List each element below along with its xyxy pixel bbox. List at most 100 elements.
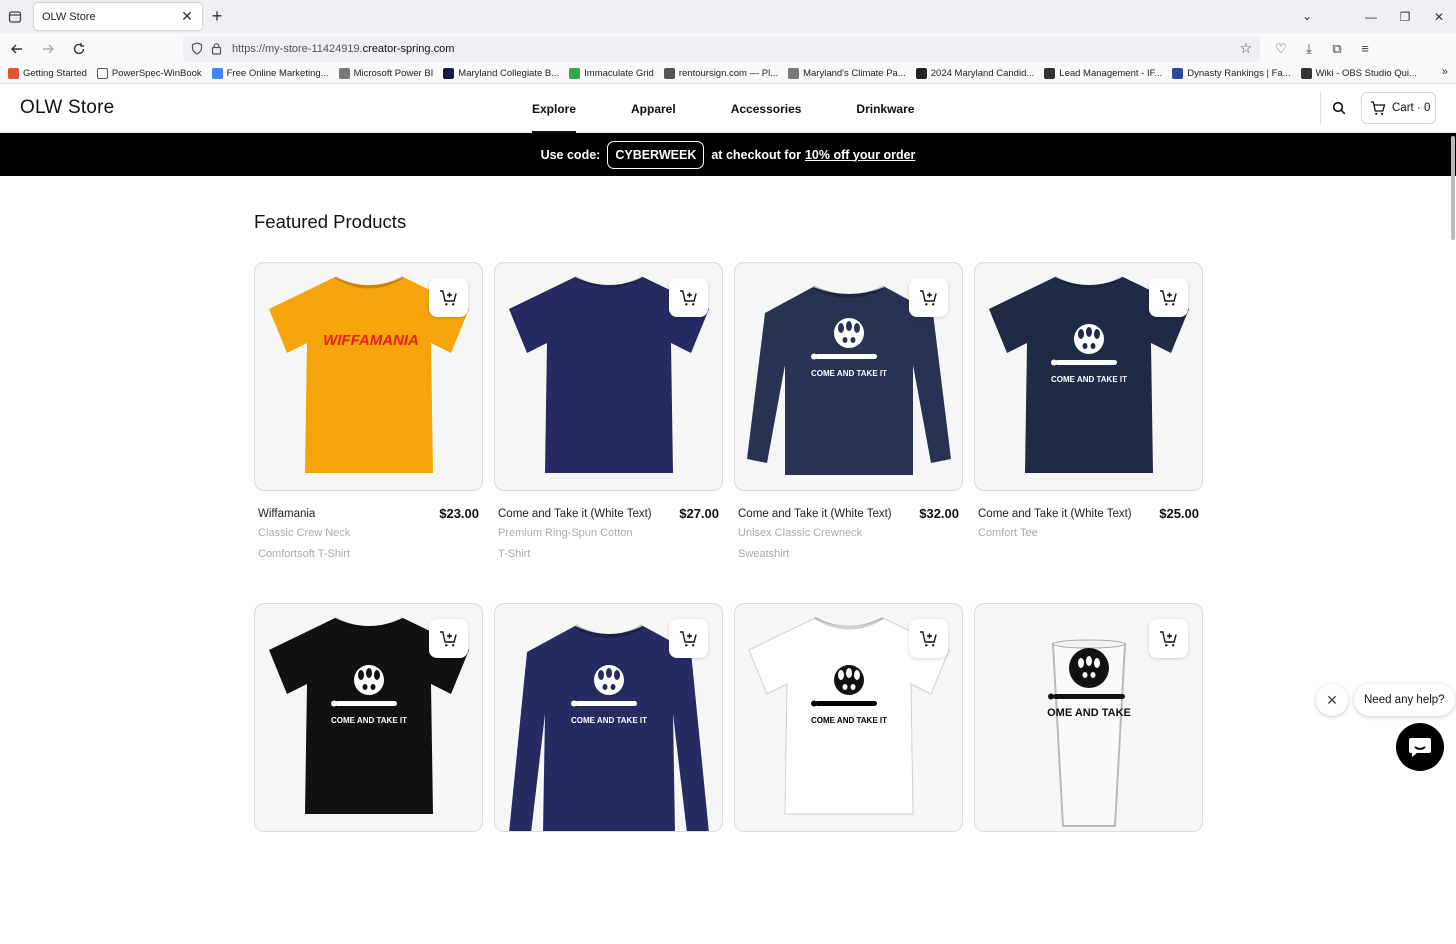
minimize-icon[interactable]: — [1354,10,1388,24]
bookmark-favicon-icon [8,68,19,79]
bookmark-item[interactable]: Dynasty Rankings | Fa... [1172,68,1291,79]
product-type: Unisex Classic Crewneck [738,527,863,539]
nav-explore[interactable]: Explore [532,84,577,133]
bookmark-favicon-icon [1300,68,1312,79]
product-type: Comfortsoft T-Shirt [258,548,351,560]
promo-middle: at checkout for [711,147,801,162]
product-image[interactable]: COME AND TAKE IT [494,603,723,832]
nav-apparel[interactable]: Apparel [631,84,676,133]
bookmarks-overflow-icon[interactable]: » [1437,66,1448,78]
globe-icon [338,68,350,79]
add-to-cart-button[interactable] [429,619,468,658]
product-image[interactable]: OME AND TAKE [974,603,1203,832]
close-window-icon[interactable]: ✕ [1422,10,1456,24]
product-image[interactable]: COME AND TAKE IT [734,262,963,491]
close-tab-icon[interactable]: ✕ [180,8,194,25]
print-text: COME AND TAKE IT [1051,375,1127,384]
product-name[interactable]: Come and Take it (White Text) [498,505,658,523]
pocket-icon[interactable]: ♡ [1272,41,1290,57]
search-icon[interactable] [1332,99,1350,117]
extensions-icon[interactable]: ⧉ [1328,41,1346,57]
downloads-icon[interactable]: ⤓ [1300,41,1318,57]
back-icon[interactable] [3,35,31,63]
bookmark-item[interactable]: PowerSpec-WinBook [96,68,202,79]
add-to-cart-button[interactable] [669,278,708,317]
lock-icon[interactable] [211,42,222,55]
product-card[interactable]: COME AND TAKE IT Come and Take it (White… [974,262,1203,603]
shield-icon[interactable] [191,42,203,55]
product-card[interactable]: COME AND TAKE IT Come and Take it (White… [734,262,963,603]
product-image[interactable]: COME AND TAKE IT [254,603,483,832]
add-to-cart-button[interactable] [669,619,708,658]
url-host: creator-spring.com [362,42,455,55]
product-name[interactable]: Wiffamania [258,505,418,523]
product-price: $25.00 [1159,506,1199,521]
bookmark-item[interactable]: Getting Started [8,68,87,79]
bookmark-star-icon[interactable]: ☆ [1239,40,1252,57]
wiffle-ball-logo-icon [834,665,864,695]
scrollbar-thumb[interactable] [1451,136,1455,240]
product-card[interactable]: OME AND TAKE [974,603,1203,944]
promo-code-badge[interactable]: CYBERWEEK [607,140,705,169]
restore-icon[interactable]: ❐ [1388,10,1422,24]
product-image[interactable]: COME AND TAKE IT [734,603,963,832]
chat-close-icon[interactable]: ✕ [1316,684,1348,716]
tab-list-icon[interactable] [0,0,30,33]
add-to-cart-icon [919,630,937,646]
product-card[interactable]: COME AND TAKE IT [254,603,483,944]
chat-launcher-icon[interactable] [1396,723,1444,771]
cart-button[interactable]: Cart · 0 [1361,92,1436,124]
section-title: Featured Products [254,211,407,232]
store-logo[interactable]: OLW Store [20,97,114,119]
product-image[interactable] [494,262,723,491]
product-price: $23.00 [439,506,479,521]
print-text: COME AND TAKE IT [811,716,887,725]
product-card[interactable]: COME AND TAKE IT [734,603,963,944]
promo-prefix: Use code: [540,147,601,162]
app-menu-icon[interactable]: ≡ [1356,41,1374,57]
product-image[interactable]: COME AND TAKE IT [974,262,1203,491]
bookmark-item[interactable]: Maryland Collegiate B... [443,68,559,79]
add-to-cart-icon [439,289,457,305]
forward-icon[interactable] [34,35,62,63]
bookmark-item[interactable]: rentoursign.com — Pl... [663,68,778,79]
tab-title: OLW Store [42,10,96,23]
promo-link[interactable]: 10% off your order [805,148,915,162]
product-card[interactable]: Come and Take it (White Text) Premium Ri… [494,262,723,603]
chat-prompt[interactable]: Need any help? [1354,684,1455,716]
product-name[interactable]: Come and Take it (White Text) [738,505,898,523]
wiffle-ball-logo-icon [1074,324,1104,354]
add-to-cart-icon [679,630,697,646]
add-to-cart-button[interactable] [1149,619,1188,658]
main-nav: Explore Apparel Accessories Drinkware [532,84,969,133]
add-to-cart-button[interactable] [909,619,948,658]
tab-overflow-chevron-icon[interactable]: ⌄ [1302,9,1312,23]
product-type: Premium Ring-Spun Cotton [498,527,633,539]
product-name[interactable]: Come and Take it (White Text) [978,505,1138,523]
product-card[interactable]: COME AND TAKE IT [494,603,723,944]
product-image[interactable]: WIFFAMANIA [254,262,483,491]
product-card[interactable]: WIFFAMANIA Wiffamania Classic Crew Neck … [254,262,483,603]
product-type: Sweatshirt [738,548,790,560]
bookmark-item[interactable]: 2024 Maryland Candid... [915,68,1034,79]
add-to-cart-button[interactable] [1149,278,1188,317]
google-icon [211,68,223,79]
new-tab-icon[interactable]: + [202,6,232,27]
address-bar[interactable]: https://my-store-11424919. creator-spring… [183,35,1260,62]
bookmark-item[interactable]: Free Online Marketing... [211,68,329,79]
bookmark-item[interactable]: Maryland's Climate Pa... [788,68,906,79]
add-to-cart-button[interactable] [429,278,468,317]
bookmark-item[interactable]: Wiki - OBS Studio Qui... [1300,68,1417,79]
page-scrollbar[interactable] [1450,134,1456,783]
reload-icon[interactable] [65,35,93,63]
bookmark-favicon-icon [663,68,675,79]
nav-drinkware[interactable]: Drinkware [856,84,914,133]
nav-accessories[interactable]: Accessories [731,84,802,133]
globe-icon [788,68,800,79]
add-to-cart-button[interactable] [909,278,948,317]
bookmark-item[interactable]: Immaculate Grid [569,68,654,79]
browser-tab[interactable]: OLW Store ✕ [34,3,202,30]
bookmark-item[interactable]: Microsoft Power BI [338,68,433,79]
bookmark-item[interactable]: Lead Management - IF... [1044,68,1162,79]
product-price: $32.00 [919,506,959,521]
